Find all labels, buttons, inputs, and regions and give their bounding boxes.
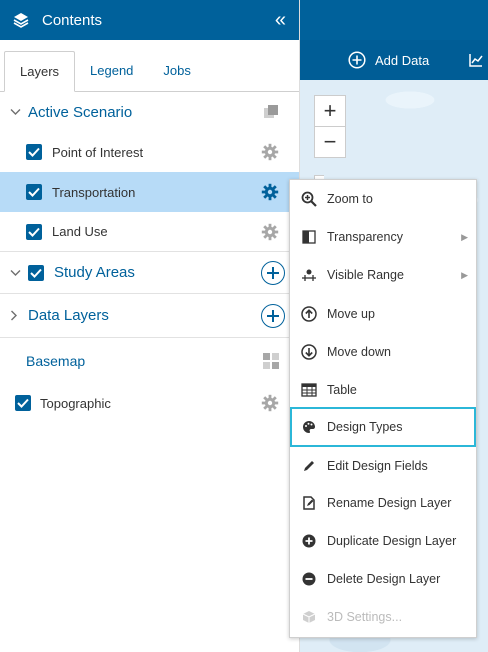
- menu-item-label: Design Types: [327, 420, 403, 434]
- contents-panel: Contents « Layers Legend Jobs Active Sce…: [0, 0, 300, 652]
- add-data-layer-button[interactable]: [261, 303, 285, 328]
- map-toolbar: Add Data: [300, 40, 488, 80]
- menu-item-label: Visible Range: [327, 268, 404, 282]
- plus-circle-icon: [300, 532, 318, 550]
- layer-context-menu: Zoom to Transparency ▶ Visible Range ▶ M…: [289, 179, 477, 638]
- add-study-area-button[interactable]: [261, 260, 285, 285]
- checkbox-checked[interactable]: [26, 184, 42, 200]
- checkbox-checked[interactable]: [28, 264, 44, 281]
- menu-item-label: Duplicate Design Layer: [327, 534, 457, 548]
- layer-row-land-use[interactable]: Land Use: [0, 212, 299, 252]
- menu-item-table[interactable]: Table: [290, 371, 476, 409]
- tab-legend[interactable]: Legend: [75, 50, 148, 91]
- menu-item-label: Zoom to: [327, 192, 373, 206]
- submenu-arrow-icon: ▶: [461, 231, 468, 242]
- basemap-gallery-icon[interactable]: [263, 353, 279, 369]
- menu-item-delete-design-layer[interactable]: Delete Design Layer: [290, 560, 476, 598]
- collapse-panel-icon[interactable]: «: [275, 9, 287, 32]
- section-label: Active Scenario: [28, 103, 133, 121]
- pencil-icon: [300, 457, 318, 475]
- submenu-arrow-icon: ▶: [461, 269, 468, 280]
- menu-item-move-down[interactable]: Move down: [290, 333, 476, 371]
- menu-item-label: Delete Design Layer: [327, 572, 441, 586]
- checkbox-checked[interactable]: [26, 144, 42, 160]
- menu-item-label: Edit Design Fields: [327, 459, 428, 473]
- table-icon: [300, 381, 318, 399]
- menu-item-duplicate-design-layer[interactable]: Duplicate Design Layer: [290, 522, 476, 560]
- arrow-down-circle-icon: [300, 343, 318, 361]
- menu-item-3d-settings: 3D Settings...: [290, 598, 476, 636]
- layer-row-transportation[interactable]: Transportation: [0, 172, 299, 212]
- gear-icon[interactable]: [261, 183, 279, 201]
- layer-row-topographic[interactable]: Topographic: [0, 384, 299, 422]
- zoom-in-icon: [300, 190, 318, 208]
- gear-icon[interactable]: [261, 143, 279, 161]
- zoom-in-button[interactable]: +: [314, 95, 346, 127]
- palette-icon: [300, 418, 318, 436]
- add-data-button[interactable]: Add Data: [375, 53, 429, 68]
- rename-icon: [300, 494, 318, 512]
- menu-item-rename-design-layer[interactable]: Rename Design Layer: [290, 484, 476, 522]
- chevron-down-icon[interactable]: [10, 269, 22, 277]
- menu-item-zoom-to[interactable]: Zoom to: [290, 180, 476, 218]
- menu-item-label: 3D Settings...: [327, 610, 403, 624]
- gear-icon[interactable]: [261, 394, 279, 412]
- tab-jobs[interactable]: Jobs: [148, 50, 205, 91]
- map-header-bar: [300, 0, 488, 40]
- transparency-icon: [300, 228, 318, 246]
- zoom-out-button[interactable]: −: [314, 126, 346, 158]
- menu-item-move-up[interactable]: Move up: [290, 295, 476, 333]
- panel-header: Contents «: [0, 0, 299, 40]
- section-label: Basemap: [26, 353, 86, 369]
- layer-row-point-of-interest[interactable]: Point of Interest: [0, 132, 299, 172]
- menu-item-label: Transparency: [327, 230, 403, 244]
- section-basemap[interactable]: Basemap: [0, 338, 299, 384]
- minus-circle-icon: [300, 570, 318, 588]
- gear-icon[interactable]: [261, 223, 279, 241]
- section-data-layers[interactable]: Data Layers: [0, 294, 299, 338]
- menu-item-label: Move up: [327, 307, 375, 321]
- section-label: Data Layers: [28, 307, 109, 324]
- panel-tabs: Layers Legend Jobs: [0, 40, 299, 92]
- menu-item-label: Table: [327, 383, 357, 397]
- copy-scenario-icon[interactable]: [263, 104, 279, 120]
- menu-item-design-types[interactable]: Design Types: [290, 407, 476, 447]
- tab-layers[interactable]: Layers: [4, 51, 76, 92]
- arrow-up-circle-icon: [300, 305, 318, 323]
- chart-icon[interactable]: [469, 53, 483, 67]
- add-circle-icon[interactable]: [348, 51, 366, 69]
- menu-item-edit-design-fields[interactable]: Edit Design Fields: [290, 447, 476, 485]
- layers-stack-icon: [12, 10, 32, 30]
- visible-range-icon: [300, 266, 318, 284]
- menu-item-label: Rename Design Layer: [327, 496, 452, 510]
- cube-icon: [300, 608, 318, 626]
- chevron-right-icon[interactable]: [10, 310, 22, 321]
- menu-item-visible-range[interactable]: Visible Range ▶: [290, 256, 476, 294]
- checkbox-checked[interactable]: [26, 223, 42, 240]
- menu-item-label: Move down: [327, 345, 391, 359]
- chevron-down-icon[interactable]: [10, 108, 22, 116]
- checkbox-checked[interactable]: [15, 395, 31, 411]
- section-active-scenario[interactable]: Active Scenario: [0, 92, 299, 132]
- panel-title: Contents: [42, 11, 103, 29]
- section-study-areas[interactable]: Study Areas: [0, 252, 299, 294]
- menu-item-transparency[interactable]: Transparency ▶: [290, 218, 476, 256]
